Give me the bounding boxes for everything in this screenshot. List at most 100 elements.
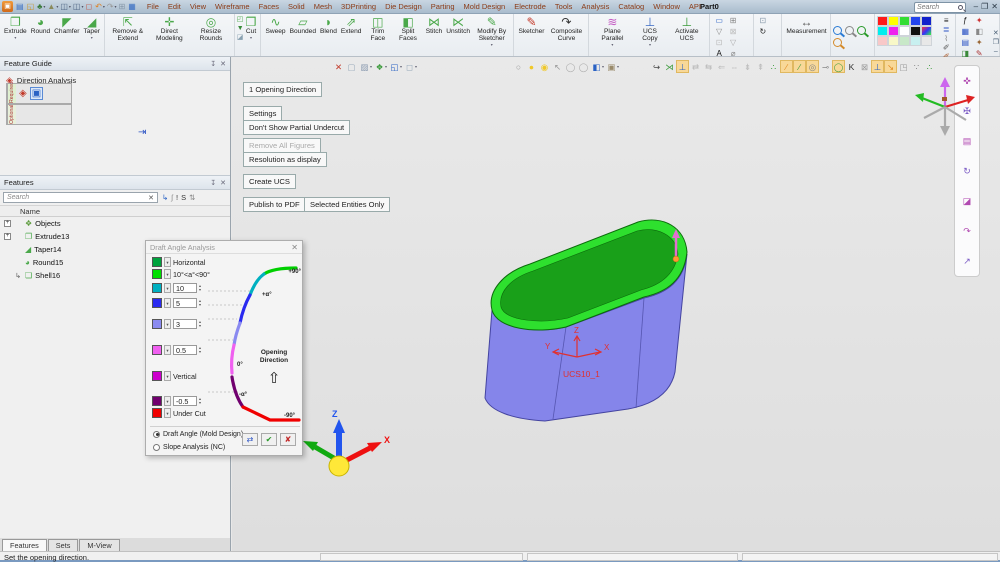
menu-item[interactable]: Wireframe [215,2,250,11]
style-icon[interactable]: ✐ [939,43,953,52]
color-swatch[interactable] [152,371,162,381]
guide-step-icon[interactable]: ▣ [30,87,43,100]
color-swatch[interactable] [910,36,921,46]
menu-item[interactable]: 3DPrinting [341,2,376,11]
swatch-dropdown[interactable]: ▾ [164,396,171,406]
search-icon[interactable] [958,5,963,10]
color-swatch[interactable] [921,26,932,36]
angle-input[interactable]: -0.5 [173,396,197,406]
color-swatch[interactable] [910,16,921,26]
ribbon-button[interactable]: ✎ Sketcher [516,15,546,36]
dialog-titlebar[interactable]: Draft Angle Analysis ✕ [146,241,302,254]
quick-access-button[interactable]: ◫ [59,1,69,12]
radio-icon[interactable] [153,431,160,438]
attribute-icon[interactable]: ▦ [958,26,972,37]
pin-icon[interactable]: ↧ [210,179,216,187]
search-input[interactable]: Search ✕ [3,192,158,203]
zoom-icon[interactable] [857,26,866,35]
ribbon-button[interactable]: ▱ Bounded [288,15,318,36]
search-box[interactable]: Search [914,2,966,13]
measurement-button[interactable]: ↔ Measurement [784,15,828,36]
color-swatch[interactable] [152,319,162,329]
ribbon-button[interactable]: ⇱ Remove & Extend [107,15,149,43]
color-swatch[interactable] [877,16,888,26]
ribbon-button[interactable]: ◧ Split Faces [392,15,424,43]
close-icon[interactable]: ✕ [220,179,226,187]
angle-input[interactable]: 0.5 [173,345,197,355]
expand-icon[interactable]: + [4,233,11,240]
guide-step-icon[interactable]: ◈ [19,88,27,99]
chevron-down-icon[interactable]: ▾ [103,4,105,9]
spinner[interactable]: ▴▾ [199,320,201,328]
spin-down-icon[interactable]: ▾ [199,401,201,405]
color-swatch[interactable] [921,36,932,46]
ribbon-button[interactable]: ◫ Trim Face [363,15,392,43]
ribbon-button[interactable]: ⊥ Activate UCS [667,15,708,43]
chevron-down-icon[interactable]: ▾ [69,4,71,9]
ribbon-button[interactable]: ⋉ Unstitch [444,15,472,36]
annotation-icon[interactable]: ▭ [712,15,726,26]
quick-access-button[interactable]: ⊞ [118,1,127,12]
menu-item[interactable]: Tools [555,2,573,11]
attribute-icon[interactable]: ▤ [958,37,972,48]
menu-item[interactable]: Electrode [514,2,546,11]
restore-button[interactable]: ❐ [981,0,988,13]
menu-item[interactable]: View [190,2,206,11]
zoom-icon[interactable] [845,26,854,35]
color-swatch[interactable] [152,345,162,355]
menu-item[interactable]: Mesh [314,2,332,11]
annotation-icon[interactable]: ▽ [712,26,726,37]
quick-access-button[interactable]: ◻ [84,1,93,12]
ribbon-button[interactable]: ≋ Plane Parallel ▾ [591,15,633,47]
color-swatch[interactable] [910,26,921,36]
attribute-icon[interactable]: ƒ [958,15,972,26]
swatch-dropdown[interactable]: ▾ [164,319,171,329]
tree-item[interactable]: + ❖ Objects [0,217,230,230]
spinner[interactable]: ▴▾ [199,299,201,307]
chevron-down-icon[interactable]: ▾ [611,43,613,47]
menu-item[interactable]: Faces [259,2,279,11]
swatch-dropdown[interactable]: ▾ [164,283,171,293]
annotation-icon[interactable]: ⊠ [726,26,740,37]
color-swatch[interactable] [152,257,162,267]
panel-tab[interactable]: M-View [79,539,119,551]
color-swatch[interactable] [152,408,162,418]
ribbon-button[interactable]: ◤ Chamfer [52,15,81,36]
color-swatch[interactable] [888,26,899,36]
ribbon-button[interactable]: ✛ Direct Modeling [149,15,191,43]
close-icon[interactable]: ✕ [220,60,226,68]
chevron-down-icon[interactable]: ▾ [43,4,45,9]
spinner[interactable]: ▴▾ [199,284,201,292]
dialog-action-button[interactable]: ⇄ [242,433,258,446]
ribbon-button[interactable]: ❐ Extrude ▾ [2,15,29,40]
ribbon-button[interactable]: ✎ Modify By Sketcher ▾ [472,15,511,47]
annotation-icon[interactable]: ⊞ [726,15,740,26]
swatch-dropdown[interactable]: ▾ [164,408,171,418]
color-swatch[interactable] [888,16,899,26]
color-swatch[interactable] [877,26,888,36]
chevron-down-icon[interactable]: ▾ [91,36,93,40]
chevron-down-icon[interactable]: ▾ [14,36,16,40]
attribute-icon[interactable]: ✦ [972,15,986,26]
ribbon-button[interactable]: ◗ Blend [318,15,339,36]
panel-tab[interactable]: Sets [48,539,79,551]
ribbon-button[interactable]: ◢ Taper ▾ [81,15,102,40]
style-icon[interactable]: ≣ [939,25,953,34]
radio-icon[interactable] [153,444,160,451]
app-icon[interactable]: ▣ [2,1,13,12]
style-icon[interactable]: ≡ [939,16,953,25]
draft-angle-analysis-dialog[interactable]: Draft Angle Analysis ✕ ▾ Horizontal ▴▾ ▾… [145,240,303,456]
quick-access-button[interactable]: ↶ [94,1,103,12]
menu-item[interactable]: Window [653,2,680,11]
doc-minimize-button[interactable]: – [994,48,998,56]
radio-draft-angle[interactable]: Draft Angle (Mold Design) [153,429,243,439]
close-icon[interactable]: ✕ [291,243,298,252]
color-swatch[interactable] [888,36,899,46]
filter-icon[interactable]: S [181,192,186,203]
cut-button[interactable]: ❒ Cut ▾ [244,15,259,40]
color-swatch[interactable] [899,16,910,26]
menu-item[interactable]: Edit [168,2,181,11]
color-swatch[interactable] [877,36,888,46]
chevron-down-icon[interactable]: ▾ [250,36,252,40]
exit-guide-icon[interactable]: ⇥ [138,127,146,138]
